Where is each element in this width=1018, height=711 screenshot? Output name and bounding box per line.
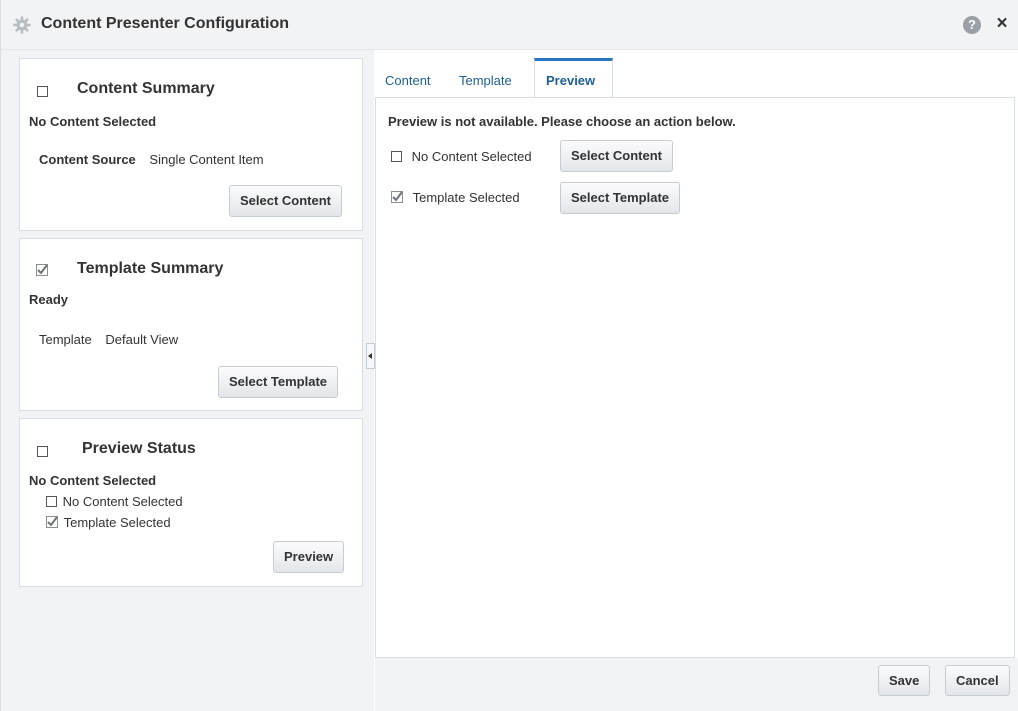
preview-template-row-label: Template Selected xyxy=(412,190,520,205)
preview-status-item-label: Template Selected xyxy=(63,515,171,530)
tab-template[interactable]: Template xyxy=(459,73,512,88)
unchecked-box-icon xyxy=(37,446,48,457)
content-source-row: Content Source Single Content Item xyxy=(39,152,264,167)
select-content-button[interactable]: Select Content xyxy=(229,185,343,217)
content-presenter-dialog: Content Presenter Configuration ? × Cont… xyxy=(0,0,1018,711)
tab-content[interactable]: Content xyxy=(385,73,431,88)
unchecked-box-icon xyxy=(391,151,402,162)
unchecked-box-icon xyxy=(37,86,48,97)
preview-content-row-label: No Content Selected xyxy=(411,149,532,164)
preview-content-panel xyxy=(375,97,1015,658)
template-summary-status: Ready xyxy=(29,292,69,307)
close-icon[interactable]: × xyxy=(993,13,1011,35)
preview-status-panel: Preview Status No Content Selected No Co… xyxy=(19,418,363,587)
preview-status-text: No Content Selected xyxy=(29,473,157,488)
help-icon[interactable]: ? xyxy=(963,16,981,34)
preview-status-item-label: No Content Selected xyxy=(62,494,183,509)
preview-status-heading: Preview Status xyxy=(82,440,196,457)
preview-button[interactable]: Preview xyxy=(273,541,345,573)
collapse-panel-handle[interactable] xyxy=(366,343,375,369)
save-button[interactable]: Save xyxy=(878,665,931,696)
preview-status-item: Template Selected xyxy=(46,515,171,530)
preview-content-row: No Content Selected xyxy=(391,149,532,164)
tab-preview[interactable]: Preview xyxy=(546,73,595,88)
content-source-value: Single Content Item xyxy=(149,152,264,167)
dialog-title: Content Presenter Configuration xyxy=(41,15,290,32)
gear-icon xyxy=(13,16,31,34)
preview-select-content-button[interactable]: Select Content xyxy=(560,140,674,172)
unchecked-box-icon xyxy=(46,496,57,507)
checked-box-icon xyxy=(391,191,403,203)
select-template-button[interactable]: Select Template xyxy=(218,366,339,398)
content-summary-status: No Content Selected xyxy=(29,114,157,129)
checked-box-icon xyxy=(36,264,48,276)
preview-status-item: No Content Selected xyxy=(46,494,183,509)
template-summary-heading: Template Summary xyxy=(77,260,224,277)
template-row: Template Default View xyxy=(39,332,178,347)
content-source-label: Content Source xyxy=(39,152,136,167)
template-summary-panel: Template Summary Ready Template Default … xyxy=(19,238,363,411)
dialog-title-bar: Content Presenter Configuration ? × xyxy=(1,0,1018,50)
preview-select-template-button[interactable]: Select Template xyxy=(560,182,681,214)
template-label: Template xyxy=(39,332,92,347)
collapse-arrow-icon xyxy=(368,353,372,359)
content-summary-heading: Content Summary xyxy=(77,80,215,97)
preview-template-row: Template Selected xyxy=(391,190,520,205)
content-summary-panel: Content Summary No Content Selected Cont… xyxy=(19,58,363,231)
preview-message: Preview is not available. Please choose … xyxy=(388,114,736,129)
template-value: Default View xyxy=(105,332,179,347)
checked-box-icon xyxy=(46,516,58,528)
cancel-button[interactable]: Cancel xyxy=(945,665,1010,696)
